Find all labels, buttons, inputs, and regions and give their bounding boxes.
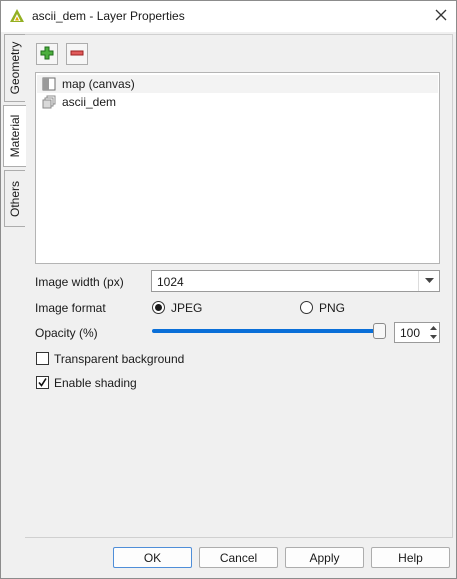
list-item[interactable]: map (canvas) [37,75,438,93]
chevron-down-icon[interactable] [429,335,437,340]
ok-button[interactable]: OK [113,547,192,568]
image-format-label: Image format [35,301,106,315]
layer-list[interactable]: map (canvas) ascii_dem [35,72,440,264]
png-radio-label: PNG [319,301,346,315]
transparent-background-checkbox[interactable] [36,352,49,365]
apply-button-label: Apply [309,550,340,565]
image-width-label: Image width (px) [35,275,124,289]
tab-others[interactable]: Others [4,170,25,227]
cancel-button[interactable]: Cancel [199,547,278,568]
tab-material-label: Material [8,114,22,158]
help-button[interactable]: Help [371,547,450,568]
tab-others-label: Others [8,180,22,217]
tab-geometry[interactable]: Geometry [4,34,25,102]
enable-shading-label: Enable shading [54,376,137,390]
cancel-button-label: Cancel [219,550,258,565]
layer-label: map (canvas) [62,77,135,91]
close-icon [435,9,447,24]
close-button[interactable] [429,5,453,27]
help-button-label: Help [398,550,423,565]
layer-label: ascii_dem [62,95,117,109]
ok-button-label: OK [143,550,162,565]
remove-layer-button[interactable] [66,43,88,65]
jpeg-radio[interactable] [152,301,165,314]
tab-material[interactable]: Material [3,105,26,167]
jpeg-radio-label: JPEG [171,301,203,315]
opacity-label: Opacity (%) [35,326,98,340]
spin-arrows[interactable] [427,323,439,342]
image-width-value: 1024 [157,275,184,289]
raster-layer-icon [42,95,56,109]
window-title: ascii_dem - Layer Properties [32,9,185,23]
opacity-spinbox[interactable]: 100 [394,322,440,343]
png-radio[interactable] [300,301,313,314]
add-layer-button[interactable] [36,43,58,65]
tab-geometry-label: Geometry [8,41,22,95]
minus-icon [70,46,84,63]
image-width-combo[interactable]: 1024 [151,270,440,292]
layer-properties-dialog: ascii_dem - Layer Properties Geometry Ma… [0,0,457,579]
enable-shading-checkbox[interactable] [36,376,49,389]
chevron-down-icon[interactable] [418,271,439,291]
map-canvas-icon [42,77,56,91]
title-bar: ascii_dem - Layer Properties [1,1,456,32]
qgis-logo-icon [9,8,25,24]
list-item[interactable]: ascii_dem [37,93,438,111]
apply-button[interactable]: Apply [285,547,364,568]
transparent-background-label: Transparent background [54,352,185,366]
plus-icon [40,46,54,63]
opacity-slider-handle[interactable] [373,323,386,339]
chevron-up-icon[interactable] [429,325,437,330]
opacity-slider[interactable] [152,329,380,333]
opacity-value: 100 [400,326,421,340]
